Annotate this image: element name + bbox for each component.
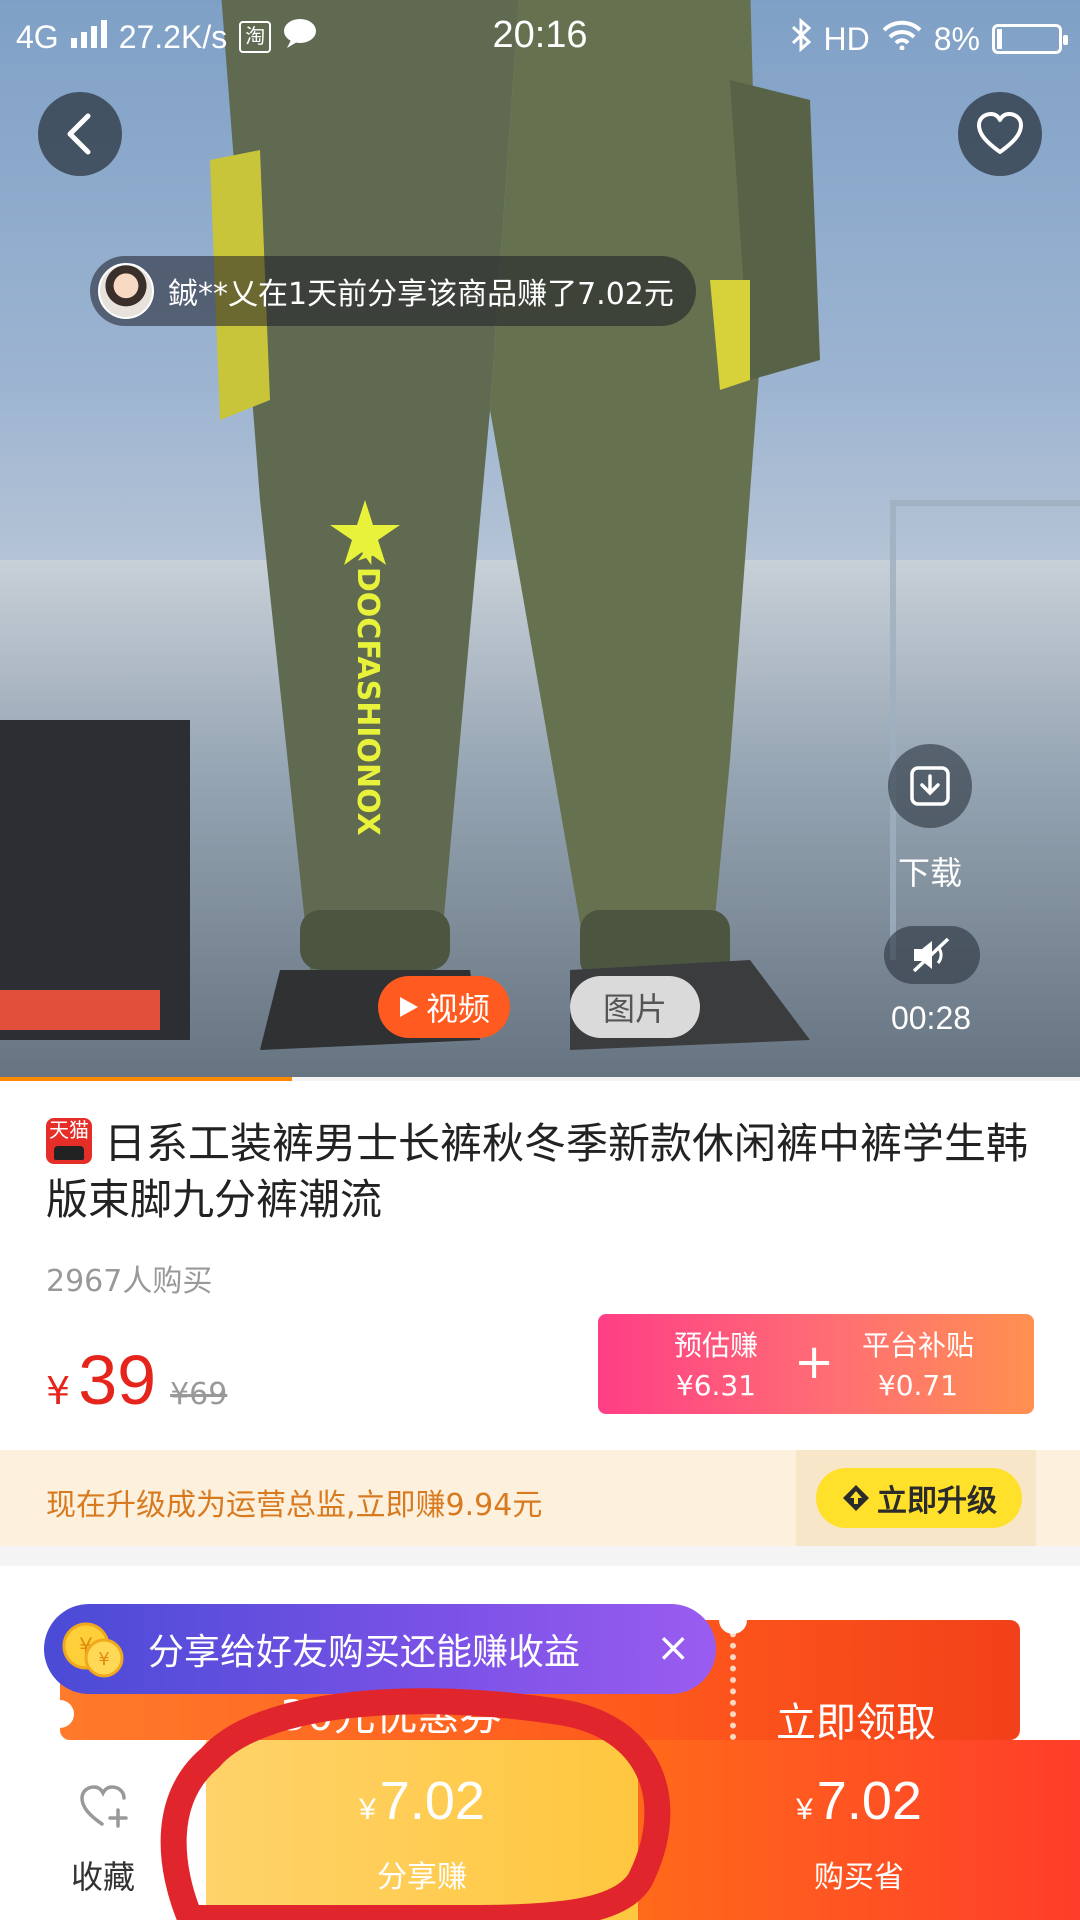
heart-icon <box>977 112 1023 154</box>
wifi-icon <box>882 20 922 58</box>
share-tip-bubble[interactable]: ¥ ¥ 分享给好友购买还能赚收益 × <box>44 1604 716 1694</box>
share-notice-text: 鋮**乂在1天前分享该商品赚了7.02元 <box>168 277 674 312</box>
download-icon <box>910 766 950 806</box>
buy-save-label: 购买省 <box>814 1860 904 1895</box>
battery-level <box>997 29 1002 49</box>
avatar <box>98 263 154 319</box>
section-divider <box>0 1546 1080 1566</box>
share-tip-text: 分享给好友购买还能赚收益 <box>148 1632 581 1673</box>
buy-save-amount: ¥7.02 <box>638 1770 1080 1832</box>
platform-subsidy-value: ¥0.71 <box>877 1369 959 1402</box>
coupon-notch-top <box>719 1620 747 1634</box>
product-title: 天猫 日系工装裤男士长裤秋冬季新款休闲裤中裤学生韩版束脚九分裤潮流 <box>46 1116 1036 1228</box>
coupon-notch-left <box>60 1700 74 1728</box>
tab-video[interactable]: 视频 <box>378 976 510 1038</box>
play-icon <box>399 997 418 1017</box>
coupon-perforation <box>730 1620 736 1740</box>
share-currency: ¥ <box>359 1793 376 1826</box>
product-title-text: 日系工装裤男士长裤秋冬季新款休闲裤中裤学生韩版束脚九分裤潮流 <box>46 1119 1029 1224</box>
upgrade-button[interactable]: 立即升级 <box>816 1468 1022 1528</box>
estimated-earnings-label: 预估赚 <box>673 1329 758 1362</box>
sales-count: 2967人购买 <box>46 1264 213 1299</box>
heart-add-icon <box>80 1785 128 1828</box>
upgrade-banner: 现在升级成为运营总监,立即赚9.94元 立即升级 <box>0 1450 1080 1546</box>
svg-text:¥: ¥ <box>98 1649 109 1670</box>
collect-label: 收藏 <box>70 1858 135 1896</box>
media-progress-fill <box>0 1077 292 1081</box>
platform-subsidy-label: 平台补贴 <box>861 1329 974 1362</box>
download-label: 下载 <box>897 854 962 892</box>
buy-save-button[interactable]: ¥7.02 购买省 <box>638 1740 1080 1920</box>
video-timestamp: 00:28 <box>890 1000 972 1036</box>
earnings-breakdown[interactable]: 预估赚 ¥6.31 + 平台补贴 ¥0.71 <box>598 1314 1034 1414</box>
share-activity-notice: 鋮**乂在1天前分享该商品赚了7.02元 <box>90 256 696 326</box>
plus-sign: + <box>794 1334 835 1390</box>
share-earn-button[interactable]: ¥7.02 分享赚 <box>206 1740 638 1920</box>
collect-button[interactable]: 收藏 <box>0 1740 206 1920</box>
chevron-left-icon <box>67 113 91 155</box>
price-row: ¥ 39 ¥69 <box>46 1340 227 1420</box>
tmall-logo-icon <box>54 1146 84 1160</box>
mute-button[interactable] <box>884 926 980 984</box>
buy-currency: ¥ <box>796 1793 813 1826</box>
upgrade-button-area: 立即升级 <box>796 1450 1036 1546</box>
share-earn-amount: ¥7.02 <box>206 1770 638 1832</box>
share-earn-label: 分享赚 <box>377 1860 467 1895</box>
speaker-muted-icon <box>912 937 950 973</box>
platform-subsidy: 平台补贴 ¥0.71 <box>838 1326 998 1406</box>
close-icon[interactable]: × <box>656 1624 690 1672</box>
battery-icon <box>992 24 1068 54</box>
buy-amount-value: 7.02 <box>816 1771 922 1831</box>
product-media-viewer[interactable]: ★DOCFASHIONOX 4G 27.2K/s 淘 20:16 HD 8% 鋮… <box>0 0 1080 1078</box>
background-billboard-stripe <box>0 990 160 1030</box>
upgrade-arrow-icon <box>843 1485 869 1511</box>
coins-icon: ¥ ¥ <box>60 1616 126 1682</box>
currency-symbol: ¥ <box>46 1369 71 1413</box>
favorite-button[interactable] <box>958 92 1042 176</box>
claim-coupon-button[interactable]: 立即领取 <box>776 1690 936 1740</box>
estimated-earnings: 预估赚 ¥6.31 <box>636 1326 796 1406</box>
bluetooth-icon <box>790 17 812 60</box>
tmall-badge: 天猫 <box>46 1118 92 1164</box>
tmall-badge-text: 天猫 <box>49 1118 89 1142</box>
original-price: ¥69 <box>170 1377 228 1412</box>
share-amount-value: 7.02 <box>379 1771 485 1831</box>
back-button[interactable] <box>38 92 122 176</box>
media-progress-bar <box>0 1077 1080 1081</box>
upgrade-button-label: 立即升级 <box>877 1484 997 1519</box>
tab-image[interactable]: 图片 <box>570 976 700 1038</box>
download-button[interactable] <box>888 744 972 828</box>
upgrade-promo-text: 现在升级成为运营总监,立即赚9.94元 <box>46 1488 543 1523</box>
current-price: 39 <box>78 1341 157 1419</box>
battery-percent: 8% <box>933 20 980 57</box>
estimated-earnings-value: ¥6.31 <box>675 1369 757 1402</box>
hd-indicator: HD <box>823 20 870 57</box>
tab-video-label: 视频 <box>425 990 490 1028</box>
pants-print-text: ★DOCFASHIONOX <box>350 540 385 836</box>
bottom-action-bar: 收藏 ¥7.02 分享赚 ¥7.02 购买省 <box>0 1740 1080 1920</box>
status-bar: 4G 27.2K/s 淘 20:16 HD 8% <box>0 0 1080 76</box>
tab-image-label: 图片 <box>602 990 667 1028</box>
product-photo-pants: ★DOCFASHIONOX <box>210 0 820 1050</box>
